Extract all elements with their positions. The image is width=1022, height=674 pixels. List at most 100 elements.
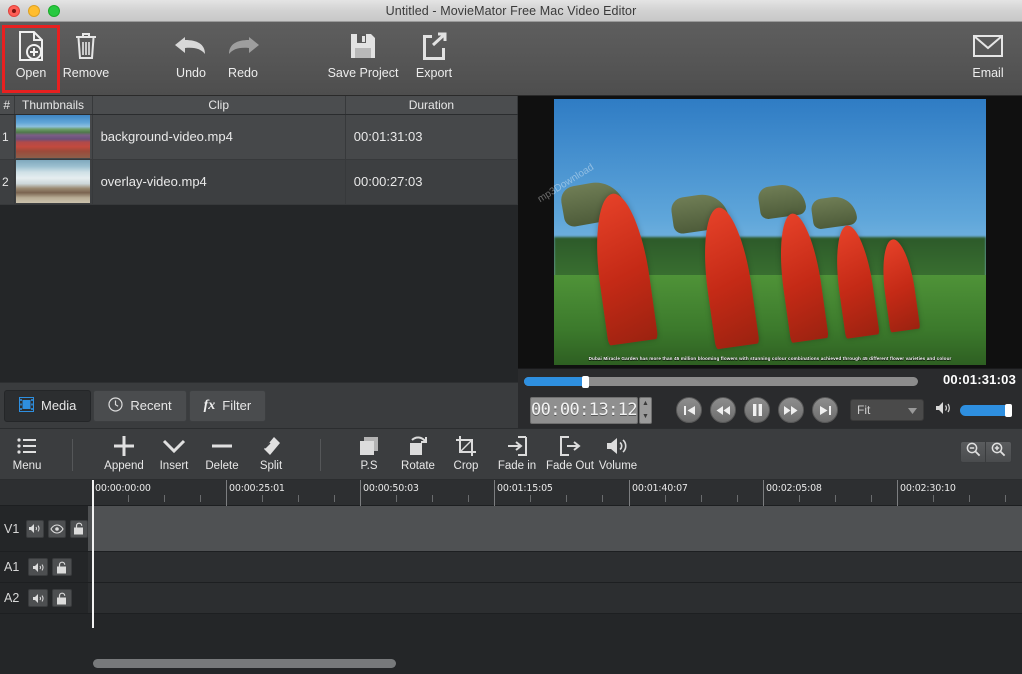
track-headers: V1 A1 A2 bbox=[0, 506, 88, 674]
unlock-icon[interactable] bbox=[52, 589, 72, 607]
volume-handle[interactable] bbox=[1005, 404, 1012, 417]
open-button[interactable]: Open bbox=[5, 28, 57, 90]
zoom-in-icon bbox=[991, 442, 1006, 462]
split-button[interactable]: Split bbox=[245, 433, 297, 477]
track-name: A1 bbox=[4, 560, 24, 574]
row-thumbnail bbox=[14, 159, 92, 204]
ruler-label: 00:01:15:05 bbox=[497, 483, 553, 494]
ruler-label: 00:00:50:03 bbox=[363, 483, 419, 494]
track-header-v1[interactable]: V1 bbox=[0, 506, 88, 552]
row-number: 2 bbox=[0, 159, 14, 204]
media-table: # Thumbnails Clip Duration 1 background-… bbox=[0, 96, 518, 205]
crop-button[interactable]: Crop bbox=[442, 433, 490, 477]
save-project-button[interactable]: Save Project bbox=[318, 28, 408, 90]
volume-slider[interactable] bbox=[960, 405, 1012, 416]
undo-button[interactable]: Undo bbox=[165, 28, 217, 90]
insert-button[interactable]: Insert bbox=[148, 433, 200, 477]
plus-icon bbox=[113, 433, 135, 459]
unlock-icon[interactable] bbox=[52, 558, 72, 576]
delete-button[interactable]: Delete bbox=[196, 433, 248, 477]
timeline[interactable]: 00:00:00:00 00:00:25:01 00:00:50:03 00:0… bbox=[0, 480, 1022, 674]
timecode-stepper[interactable]: ▲ ▼ bbox=[639, 397, 652, 424]
transport-row: 00:00:13:12 ▲ ▼ bbox=[518, 391, 1022, 429]
track-header-a1[interactable]: A1 bbox=[0, 552, 88, 583]
volume-button[interactable]: Volume bbox=[592, 433, 644, 477]
track-lane-v1[interactable] bbox=[88, 506, 1022, 552]
email-label: Email bbox=[972, 66, 1003, 80]
speaker-icon[interactable] bbox=[26, 520, 44, 538]
rotate-button[interactable]: Rotate bbox=[392, 433, 444, 477]
track-header-a2[interactable]: A2 bbox=[0, 583, 88, 614]
zoom-in-button[interactable] bbox=[986, 441, 1012, 463]
column-header-number[interactable]: # bbox=[0, 96, 14, 114]
remove-button[interactable]: Remove bbox=[57, 28, 115, 90]
pause-button[interactable] bbox=[744, 397, 770, 423]
speaker-icon[interactable] bbox=[28, 589, 48, 607]
fade-in-button[interactable]: Fade in bbox=[490, 433, 544, 477]
stepper-down[interactable]: ▼ bbox=[640, 410, 651, 423]
timeline-ruler[interactable]: 00:00:00:00 00:00:25:01 00:00:50:03 00:0… bbox=[0, 480, 1022, 506]
menu-label: Menu bbox=[13, 460, 42, 472]
row-clip-name: background-video.mp4 bbox=[92, 114, 345, 159]
app-window: Untitled - MovieMator Free Mac Video Edi… bbox=[0, 0, 1022, 674]
video-preview[interactable]: Dubai Miracle Garden has more than 45 mi… bbox=[518, 96, 1022, 368]
speaker-icon[interactable] bbox=[28, 558, 48, 576]
picture-in-picture-icon bbox=[358, 433, 380, 459]
player-controls: 00:01:31:03 00:00:13:12 ▲ ▼ bbox=[518, 368, 1022, 428]
fast-forward-button[interactable] bbox=[778, 397, 804, 423]
ruler-label: 00:02:30:10 bbox=[900, 483, 956, 494]
tab-recent[interactable]: Recent bbox=[93, 390, 186, 422]
seek-bar-row: 00:01:31:03 bbox=[524, 373, 1016, 387]
column-header-thumbnails[interactable]: Thumbnails bbox=[14, 96, 92, 114]
append-label: Append bbox=[104, 460, 144, 472]
eye-icon[interactable] bbox=[48, 520, 66, 538]
crop-label: Crop bbox=[454, 460, 479, 472]
track-lane-a1[interactable] bbox=[88, 552, 1022, 583]
current-timecode-field[interactable]: 00:00:13:12 bbox=[530, 397, 638, 424]
column-header-clip[interactable]: Clip bbox=[92, 96, 345, 114]
redo-button[interactable]: Redo bbox=[217, 28, 269, 90]
clock-icon bbox=[108, 397, 123, 415]
share-export-icon bbox=[420, 28, 448, 64]
tab-filter-label: Filter bbox=[222, 398, 251, 413]
panel-tab-bar: Media Recent fx Filter bbox=[0, 382, 518, 428]
zoom-level-select[interactable]: Fit bbox=[850, 399, 924, 421]
row-clip-name: overlay-video.mp4 bbox=[92, 159, 345, 204]
zoom-out-button[interactable] bbox=[960, 441, 986, 463]
stepper-up[interactable]: ▲ bbox=[640, 398, 651, 411]
timeline-horizontal-scrollbar[interactable] bbox=[93, 659, 396, 668]
append-button[interactable]: Append bbox=[98, 433, 150, 477]
ruler-label: 00:02:05:08 bbox=[766, 483, 822, 494]
fade-out-button[interactable]: Fade Out bbox=[541, 433, 599, 477]
timeline-menu-button[interactable]: Menu bbox=[4, 433, 50, 477]
table-row[interactable]: 2 overlay-video.mp4 00:00:27:03 bbox=[0, 159, 518, 204]
playhead[interactable] bbox=[92, 480, 94, 628]
email-button[interactable]: Email bbox=[962, 28, 1014, 90]
toolbar-divider bbox=[72, 439, 73, 471]
skip-to-end-button[interactable] bbox=[812, 397, 838, 423]
tab-media[interactable]: Media bbox=[4, 390, 91, 422]
row-thumbnail bbox=[14, 114, 92, 159]
media-panel: # Thumbnails Clip Duration 1 background-… bbox=[0, 96, 518, 382]
media-list-empty-area[interactable] bbox=[0, 205, 518, 395]
seek-slider[interactable] bbox=[524, 377, 918, 386]
seek-handle[interactable] bbox=[582, 376, 589, 388]
skip-to-start-button[interactable] bbox=[676, 397, 702, 423]
ps-button[interactable]: P.S bbox=[345, 433, 393, 477]
tab-filter[interactable]: fx Filter bbox=[189, 390, 267, 422]
export-button[interactable]: Export bbox=[408, 28, 460, 90]
unlock-icon[interactable] bbox=[70, 520, 88, 538]
table-row[interactable]: 1 background-video.mp4 00:01:31:03 bbox=[0, 114, 518, 159]
envelope-icon bbox=[973, 28, 1003, 64]
speaker-icon[interactable] bbox=[935, 401, 952, 420]
track-lane-a2[interactable] bbox=[88, 583, 1022, 614]
fade-in-icon bbox=[506, 433, 528, 459]
save-project-label: Save Project bbox=[328, 66, 399, 80]
rewind-button[interactable] bbox=[710, 397, 736, 423]
column-header-duration[interactable]: Duration bbox=[345, 96, 517, 114]
ruler-label: 00:00:00:00 bbox=[95, 483, 151, 494]
split-label: Split bbox=[260, 460, 282, 472]
timeline-toolbar: Menu Append Insert Delete Split bbox=[0, 428, 1022, 480]
delete-label: Delete bbox=[205, 460, 238, 472]
minus-icon bbox=[211, 433, 233, 459]
